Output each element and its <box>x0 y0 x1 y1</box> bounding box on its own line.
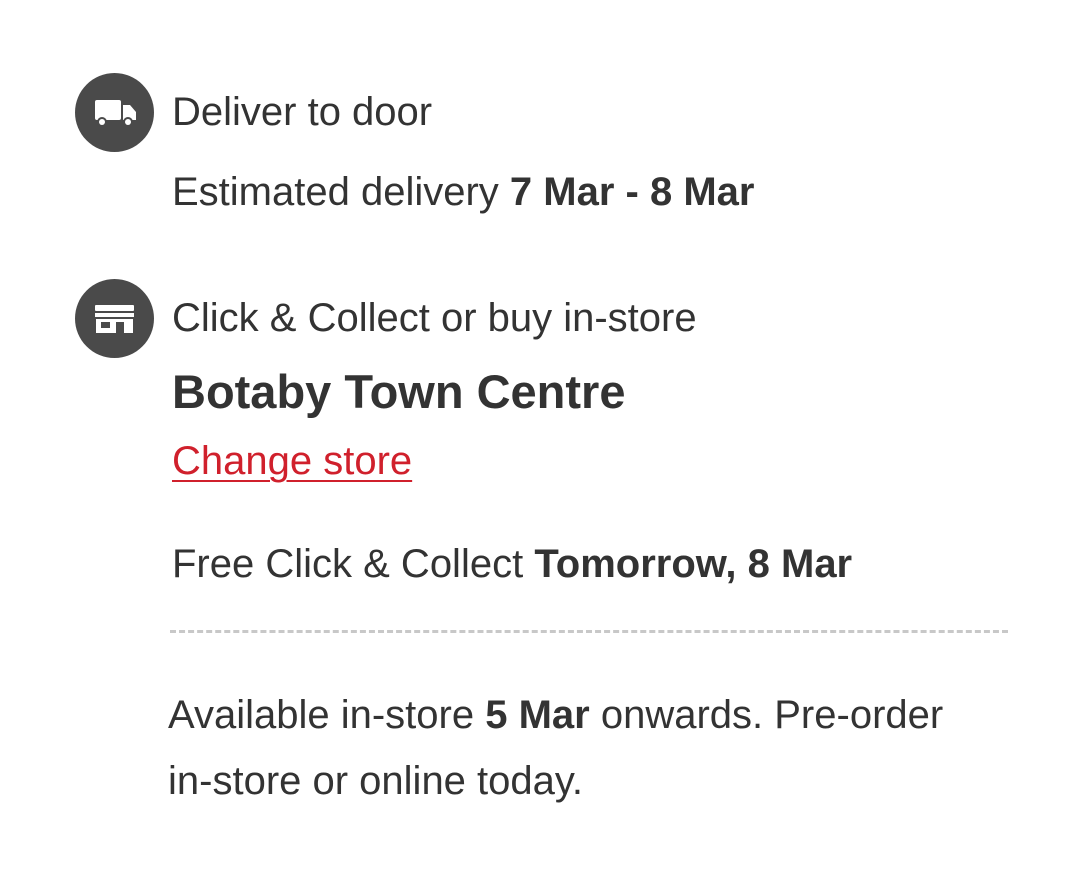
free-collect-prefix: Free Click & Collect <box>172 542 535 586</box>
store-icon <box>75 279 154 358</box>
availability-date: 5 Mar <box>485 693 590 737</box>
change-store-link[interactable]: Change store <box>172 441 412 481</box>
truck-icon <box>75 73 154 152</box>
availability-info: Available in-store 5 Mar onwards. Pre-or… <box>168 682 958 814</box>
dashed-divider <box>170 630 1008 633</box>
free-collect-date: Tomorrow, 8 Mar <box>534 542 853 586</box>
availability-prefix: Available in-store <box>168 693 486 737</box>
delivery-estimate: Estimated delivery 7 Mar - 8 Mar <box>172 172 754 212</box>
delivery-estimate-dates: 7 Mar - 8 Mar <box>509 170 755 214</box>
collect-title: Click & Collect or buy in-store <box>172 296 697 340</box>
delivery-title: Deliver to door <box>172 90 433 134</box>
store-name: Botaby Town Centre <box>172 365 626 418</box>
free-collect-info: Free Click & Collect Tomorrow, 8 Mar <box>172 544 852 584</box>
delivery-estimate-prefix: Estimated delivery <box>172 170 510 214</box>
